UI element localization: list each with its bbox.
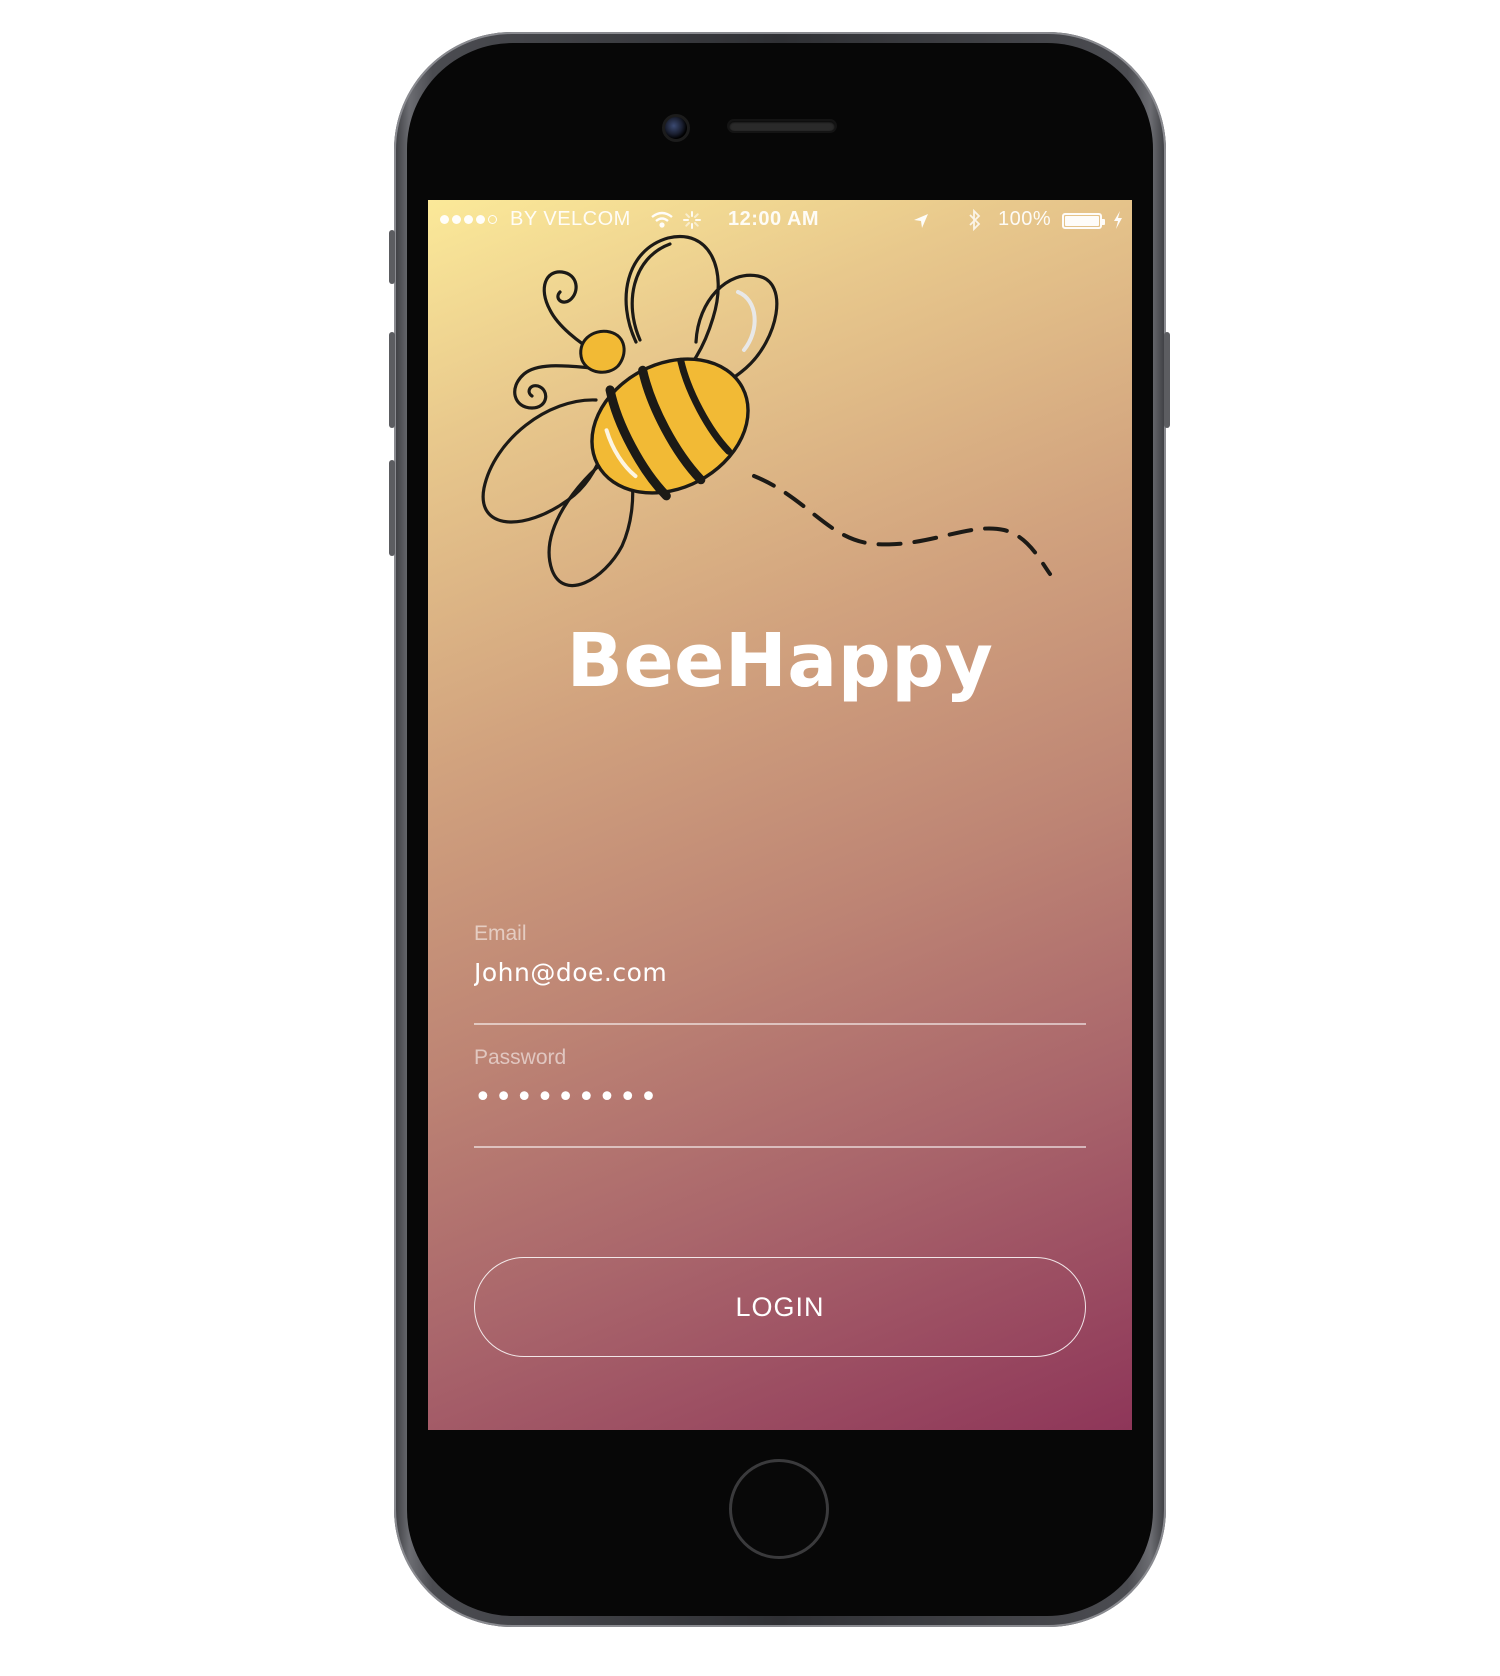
- carrier-name: BY VELCOM: [510, 208, 631, 230]
- power-button: [1164, 332, 1170, 428]
- activity-spinner-icon: [683, 211, 701, 229]
- login-button[interactable]: LOGIN: [474, 1257, 1086, 1357]
- bee-icon: [481, 234, 1052, 588]
- location-arrow-icon: [914, 214, 928, 228]
- volume-up-button: [389, 332, 395, 428]
- wifi-icon: [651, 211, 673, 228]
- earpiece-speaker: [729, 121, 835, 131]
- bluetooth-icon: [969, 209, 981, 231]
- charging-bolt-icon: [1114, 211, 1122, 229]
- password-input[interactable]: •••••••••: [474, 1080, 1086, 1115]
- mute-switch: [389, 230, 395, 284]
- volume-down-button: [389, 460, 395, 556]
- battery-level-fill: [1065, 216, 1099, 226]
- password-label: Password: [474, 1046, 567, 1069]
- password-field[interactable]: Password •••••••••: [474, 1046, 1086, 1148]
- email-input[interactable]: [474, 958, 1086, 987]
- email-label: Email: [474, 922, 527, 945]
- signal-dots-icon: [440, 215, 497, 224]
- email-underline: [474, 1023, 1086, 1025]
- status-time: 12:00 AM: [728, 208, 820, 230]
- battery-icon: [1062, 213, 1105, 229]
- app-screen: BY VELCOM 12:00 AM 100% BeeHappy Email J…: [428, 200, 1132, 1430]
- front-camera: [662, 114, 690, 142]
- app-title: BeeHappy: [566, 618, 994, 704]
- home-button[interactable]: [729, 1459, 829, 1559]
- password-underline: [474, 1146, 1086, 1148]
- email-field[interactable]: Email: [474, 922, 1086, 1025]
- battery-percent: 100%: [998, 208, 1052, 230]
